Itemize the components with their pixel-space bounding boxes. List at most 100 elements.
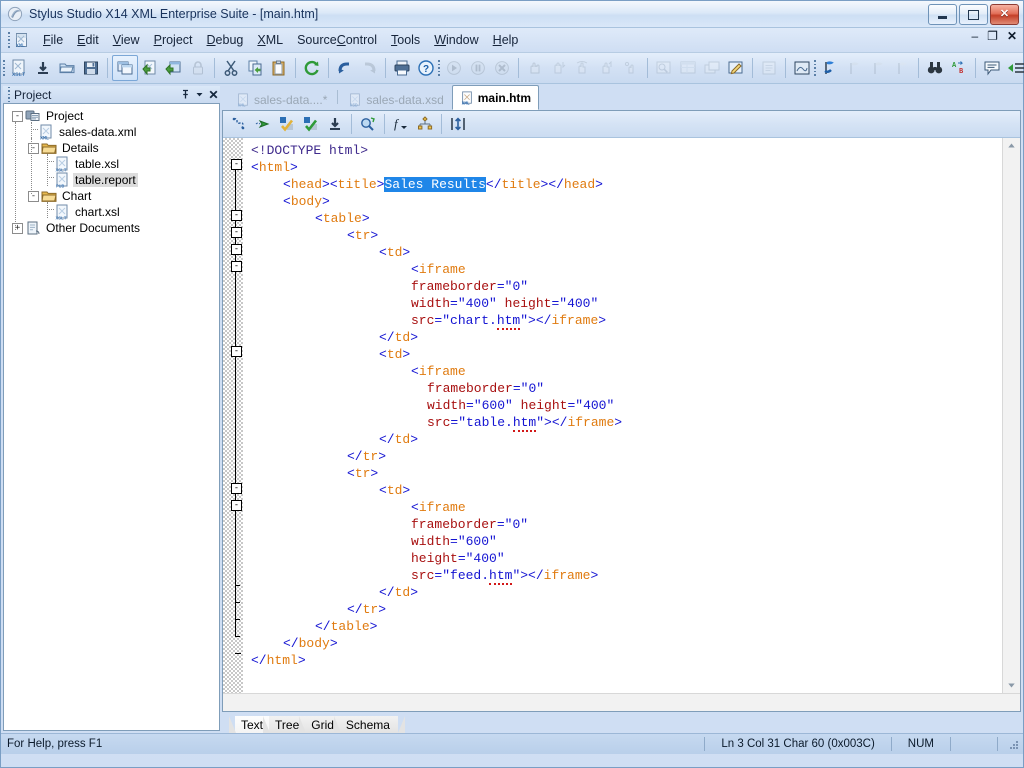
scrollbar-track[interactable]: [1004, 153, 1019, 678]
check-schema-icon[interactable]: [299, 112, 323, 136]
code-line[interactable]: <iframe: [251, 363, 1002, 380]
code-text[interactable]: <!DOCTYPE html> <html> <head><title>Sales …: [243, 138, 1002, 693]
document-tab-main-htm[interactable]: XML main.htm: [451, 85, 540, 110]
code-line[interactable]: <tr>: [251, 465, 1002, 482]
menu-item-view[interactable]: View: [106, 30, 147, 50]
replace-icon[interactable]: AB: [947, 56, 971, 80]
tree-toggle-other-documents[interactable]: +: [12, 222, 23, 234]
new-xml-document-icon[interactable]: [138, 56, 162, 80]
validate-wellformed-icon[interactable]: [227, 112, 251, 136]
code-line[interactable]: height="400": [251, 550, 1002, 567]
menu-item-sourcecontrol[interactable]: SourceControl: [290, 30, 384, 50]
menu-drag-handle[interactable]: [5, 32, 12, 48]
new-xslt-document-icon[interactable]: XSLT: [7, 56, 31, 80]
menu-item-window[interactable]: Window: [427, 30, 485, 50]
project-tree[interactable]: - Project XML sales-data.xml - Details X…: [3, 103, 220, 731]
code-line[interactable]: </table>: [251, 618, 1002, 635]
fold-gutter[interactable]: - - - - - - - -: [223, 138, 243, 693]
fold-box-td2[interactable]: -: [231, 346, 242, 357]
code-line[interactable]: src="chart.htm"></iframe>: [251, 312, 1002, 330]
code-line[interactable]: <!DOCTYPE html>: [251, 142, 1002, 159]
minimize-button[interactable]: [928, 4, 957, 25]
tree-toggle-project[interactable]: -: [12, 110, 23, 122]
menu-item-tools[interactable]: Tools: [384, 30, 427, 50]
print-icon[interactable]: [390, 56, 414, 80]
panel-drag-handle[interactable]: [5, 86, 12, 103]
node-tree-icon[interactable]: [413, 112, 437, 136]
fold-box-table[interactable]: -: [231, 227, 242, 238]
chevron-down-icon[interactable]: [192, 88, 206, 102]
editor-vertical-scrollbar[interactable]: [1002, 138, 1020, 693]
toolbar-drag-handle-3[interactable]: [814, 60, 816, 76]
document-tab-sales-data-xsd[interactable]: XSD sales-data.xsd: [340, 88, 451, 110]
editor-horizontal-scrollbar[interactable]: [223, 693, 1020, 711]
comment-icon[interactable]: [980, 56, 1004, 80]
format-text-icon[interactable]: [446, 112, 470, 136]
code-line[interactable]: frameborder="0": [251, 380, 1002, 397]
fold-box-html[interactable]: -: [231, 159, 242, 170]
code-line[interactable]: <body>: [251, 193, 1002, 210]
download-icon[interactable]: [31, 56, 55, 80]
menu-item-help[interactable]: Help: [486, 30, 526, 50]
scroll-up-icon[interactable]: [1004, 138, 1019, 153]
fold-box-tr2[interactable]: -: [231, 483, 242, 494]
tree-item-sales-data-xml[interactable]: XML sales-data.xml: [6, 124, 219, 142]
flag-blue-icon[interactable]: [818, 56, 842, 80]
open-folder-icon[interactable]: [55, 56, 79, 80]
undo-icon[interactable]: [333, 56, 357, 80]
help-icon[interactable]: ?: [414, 56, 438, 80]
refresh-icon[interactable]: [300, 56, 324, 80]
check-markup-icon[interactable]: [275, 112, 299, 136]
toolbar-drag-handle-1[interactable]: [3, 60, 5, 76]
menu-item-debug[interactable]: Debug: [200, 30, 251, 50]
fold-box-body[interactable]: -: [231, 210, 242, 221]
edit-values-icon[interactable]: [724, 56, 748, 80]
fold-box-td3[interactable]: -: [231, 500, 242, 511]
tree-item-chart[interactable]: - Chart: [6, 188, 219, 204]
scroll-down-icon[interactable]: [1004, 678, 1019, 693]
document-tab-sales-data-xml[interactable]: XML sales-data....*: [228, 88, 335, 110]
resize-grip-icon[interactable]: [1006, 737, 1020, 751]
function-icon[interactable]: f: [389, 112, 413, 136]
code-line[interactable]: <html>: [251, 159, 1002, 176]
code-line[interactable]: <head><title>Sales Results</title></head…: [251, 176, 1002, 193]
tree-item-project[interactable]: - Project: [6, 108, 219, 124]
maximize-button[interactable]: [959, 4, 988, 25]
code-line[interactable]: src="feed.htm"></iframe>: [251, 567, 1002, 585]
menu-item-xml[interactable]: XML: [250, 30, 290, 50]
screen-capture-icon[interactable]: [790, 56, 814, 80]
cut-icon[interactable]: [219, 56, 243, 80]
mdi-minimize-icon[interactable]: –: [971, 30, 978, 42]
tree-item-chart-xsl[interactable]: XSLT chart.xsl: [6, 204, 219, 222]
new-window-icon[interactable]: [112, 55, 138, 81]
code-line[interactable]: src="table.htm"></iframe>: [251, 414, 1002, 432]
code-line[interactable]: </tr>: [251, 601, 1002, 618]
code-line[interactable]: frameborder="0": [251, 516, 1002, 533]
code-line[interactable]: </td>: [251, 329, 1002, 346]
code-line[interactable]: <td>: [251, 482, 1002, 499]
tree-item-table-report[interactable]: PUB table.report: [6, 172, 219, 190]
fold-box-tr1[interactable]: -: [231, 244, 242, 255]
toolbar-drag-handle-2[interactable]: [438, 60, 440, 76]
mdi-close-icon[interactable]: ✕: [1007, 30, 1017, 42]
preview-icon[interactable]: [356, 112, 380, 136]
code-line[interactable]: </tr>: [251, 448, 1002, 465]
code-line[interactable]: </td>: [251, 584, 1002, 601]
menu-item-project[interactable]: Project: [147, 30, 200, 50]
save-icon[interactable]: [79, 56, 103, 80]
fold-box-td1[interactable]: -: [231, 261, 242, 272]
code-line[interactable]: <td>: [251, 244, 1002, 261]
code-line[interactable]: </body>: [251, 635, 1002, 652]
code-line[interactable]: <iframe: [251, 499, 1002, 516]
copy-icon[interactable]: [243, 56, 267, 80]
paste-icon[interactable]: [267, 56, 291, 80]
tree-toggle-details[interactable]: -: [28, 142, 39, 154]
menu-item-file[interactable]: File: [36, 30, 70, 50]
tree-item-details[interactable]: - Details: [6, 140, 219, 156]
code-line[interactable]: <td>: [251, 346, 1002, 363]
code-line[interactable]: </html>: [251, 652, 1002, 669]
code-editor[interactable]: - - - - - - - - <!DOCTYPE html> <html> <…: [223, 138, 1020, 693]
pushpin-icon[interactable]: [178, 88, 192, 102]
close-button[interactable]: ✕: [990, 4, 1019, 25]
code-line[interactable]: width="600" height="400": [251, 397, 1002, 414]
